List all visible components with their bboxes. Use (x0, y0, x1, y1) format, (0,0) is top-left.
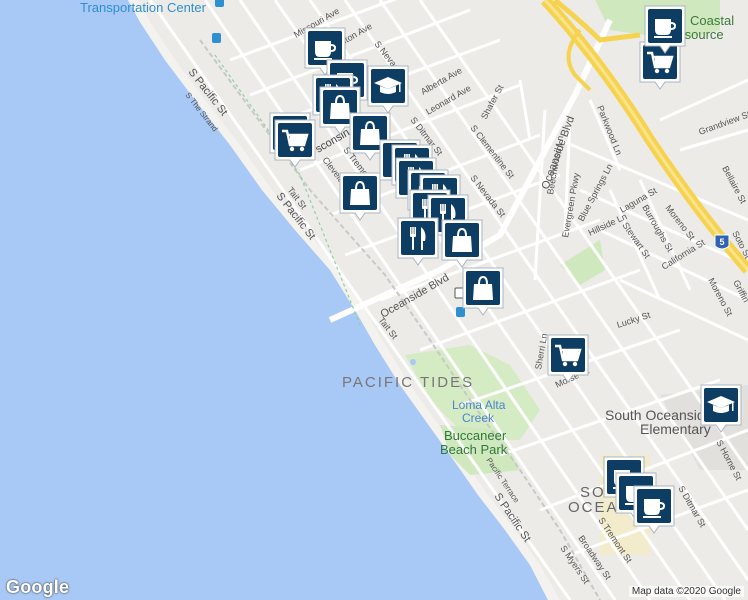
label-pacific-tides: PACIFIC TIDES (342, 374, 474, 391)
label-school-2: Elementary (640, 421, 711, 437)
grocery-pin[interactable] (639, 41, 681, 90)
label-loma-alta-1: Loma Alta (452, 398, 506, 412)
school-pin[interactable] (367, 65, 409, 114)
map-attribution[interactable]: Map data ©2020 Google (628, 586, 744, 597)
shop-pin[interactable] (441, 219, 483, 268)
label-buccaneer-2: Beach Park (440, 442, 508, 457)
pond (410, 359, 416, 365)
map-canvas[interactable]: 5 S Pacific St S Pacific St S Pacific St… (0, 0, 748, 600)
shop-pin[interactable] (339, 172, 381, 221)
grocery-pin[interactable] (547, 334, 589, 383)
label-loma-alta-2: Creek (462, 411, 495, 425)
label-transportation-center: Transportation Center (80, 0, 207, 15)
label-coastal-resource-1: Coastal (690, 13, 734, 28)
cafe-pin[interactable] (633, 485, 675, 534)
label-buccaneer-1: Buccaneer (444, 428, 507, 443)
school-pin[interactable] (700, 384, 742, 433)
restaurant-pin[interactable] (397, 217, 439, 266)
freeway-shield: 5 (714, 234, 730, 250)
grocery-pin[interactable] (274, 119, 316, 168)
cafe-pin[interactable] (644, 5, 686, 54)
shop-pin[interactable] (462, 267, 504, 316)
freeway-shield-label: 5 (719, 237, 724, 247)
google-logo: Google (6, 577, 70, 597)
